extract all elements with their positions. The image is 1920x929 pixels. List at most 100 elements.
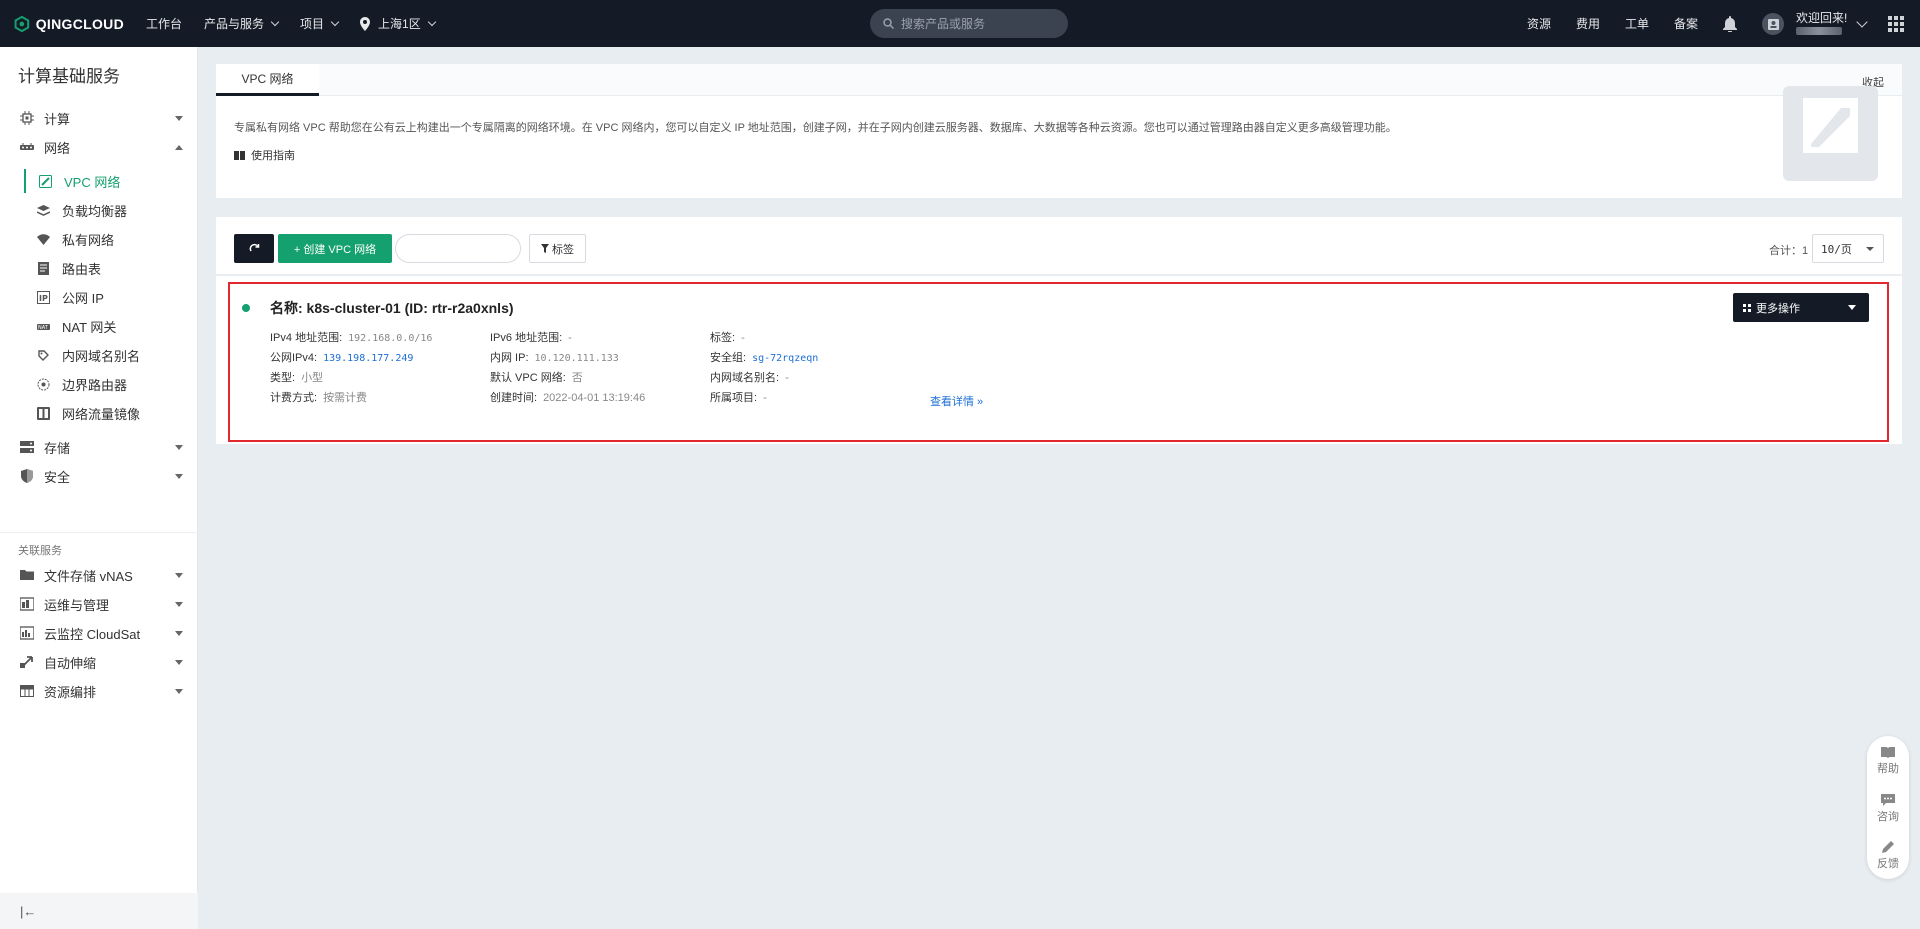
svg-text:NAT: NAT — [38, 325, 49, 331]
svg-text:IP: IP — [39, 294, 48, 303]
field-label: IPv6 地址范围: — [490, 332, 563, 344]
link-resources[interactable]: 资源 — [1527, 15, 1551, 32]
vpc-name[interactable]: 名称: k8s-cluster-01 (ID: rtr-r2a0xnls) — [270, 298, 514, 318]
sidebar-item-label: NAT 网关 — [62, 319, 117, 335]
caret-down-icon — [175, 602, 183, 607]
sidebar-item-border-router[interactable]: 边界路由器 — [24, 372, 198, 396]
page-size-select[interactable]: 10/页 — [1812, 234, 1884, 263]
storage-icon — [20, 441, 34, 453]
shield-icon — [21, 469, 33, 483]
app-grid-icon[interactable] — [1888, 15, 1904, 32]
region-selector[interactable]: 上海1区 — [360, 15, 436, 32]
autoscaling-icon — [20, 656, 33, 668]
field-label: IPv4 地址范围: — [270, 332, 343, 344]
refresh-button[interactable] — [234, 234, 274, 263]
top-right-links: 资源 费用 工单 备案 欢迎回来! — [1527, 0, 1920, 47]
field-label: 内网域名别名: — [710, 372, 780, 384]
sidebar-item-traffic-mirror[interactable]: 网络流量镜像 — [24, 401, 198, 425]
link-billing[interactable]: 费用 — [1576, 15, 1600, 32]
bell-icon[interactable] — [1723, 15, 1737, 32]
sidebar-group-network[interactable]: 网络 — [0, 135, 198, 159]
caret-up-icon — [175, 145, 183, 150]
monitor-chart-icon — [20, 626, 34, 640]
field-label: 安全组: — [710, 352, 747, 364]
username-redacted — [1796, 27, 1842, 35]
grid-icon — [1743, 303, 1751, 312]
sidebar-item-public-ip[interactable]: IP 公网 IP — [24, 285, 198, 309]
sidebar-item-route-table[interactable]: 路由表 — [24, 256, 198, 280]
chip-icon — [20, 111, 34, 125]
sidebar-group-security[interactable]: 安全 — [0, 464, 198, 488]
tab-vpc-network[interactable]: VPC 网络 — [216, 64, 319, 96]
sidebar-item-private-network[interactable]: 私有网络 — [24, 227, 198, 251]
folder-icon — [20, 570, 34, 580]
vpc-card[interactable]: 名称: k8s-cluster-01 (ID: rtr-r2a0xnls) 更多… — [228, 282, 1889, 442]
security-group-link[interactable]: sg-72rqzeqn — [752, 353, 818, 364]
book-icon — [234, 150, 245, 160]
router-icon — [37, 378, 50, 390]
consult-button[interactable]: 咨询 — [1867, 794, 1909, 824]
sidebar-item-vpc[interactable]: VPC 网络 — [24, 169, 198, 193]
sidebar-group-autoscaling[interactable]: 自动伸缩 — [0, 650, 198, 674]
sidebar-group-cloudsat[interactable]: 云监控 CloudSat — [0, 621, 198, 645]
caret-down-icon — [175, 445, 183, 450]
field-label: 类型: — [270, 372, 296, 384]
field-value: 2022-04-01 13:19:46 — [543, 392, 646, 404]
sidebar-group-vnas[interactable]: 文件存储 vNAS — [0, 563, 198, 587]
nav-projects[interactable]: 项目 — [300, 15, 340, 32]
global-search[interactable] — [870, 9, 1068, 38]
link-icp-filing[interactable]: 备案 — [1674, 15, 1698, 32]
link-tickets[interactable]: 工单 — [1625, 15, 1649, 32]
global-search-input[interactable] — [901, 16, 1051, 31]
top-navbar: QINGCLOUD 工作台 产品与服务 项目 上海1区 资源 费用 工单 备案 … — [0, 0, 1920, 47]
list-toolbar: + 创建 VPC 网络 标签 合计：1 10/页 — [216, 217, 1902, 275]
sidebar-group-orchestration[interactable]: 资源编排 — [0, 679, 198, 703]
view-details-link[interactable]: 查看详情 » — [930, 393, 983, 409]
user-guide-link[interactable]: 使用指南 — [234, 147, 295, 163]
create-vpc-button[interactable]: + 创建 VPC 网络 — [278, 234, 392, 263]
field-label: 公网IPv4: — [270, 352, 318, 364]
sidebar-item-label: 私有网络 — [62, 232, 115, 248]
traffic-mirror-icon — [37, 406, 50, 420]
field-created-at: 创建时间: 2022-04-01 13:19:46 — [490, 389, 645, 405]
chevron-down-icon — [330, 17, 340, 26]
vpc-illustration-icon — [1803, 98, 1858, 153]
intro-description: 专属私有网络 VPC 帮助您在公有云上构建出一个专属隔离的网络环境。在 VPC … — [234, 122, 1397, 134]
field-label: 标签: — [710, 332, 736, 344]
ip-icon: IP — [37, 290, 50, 304]
field-ipv6-range: IPv6 地址范围: - — [490, 329, 572, 345]
nav-workbench-label: 工作台 — [146, 17, 183, 31]
field-label: 创建时间: — [490, 392, 538, 404]
more-actions-button[interactable]: 更多操作 — [1733, 293, 1869, 322]
field-private-ip: 内网 IP: 10.120.111.133 — [490, 349, 619, 365]
tag-filter-button[interactable]: 标签 — [529, 234, 586, 263]
sidebar-item-load-balancer[interactable]: 负载均衡器 — [24, 198, 198, 222]
help-button[interactable]: 帮助 — [1867, 746, 1909, 776]
field-tags: 标签: - — [710, 329, 745, 345]
ops-management-icon — [20, 597, 34, 611]
chevron-down-icon[interactable] — [1856, 15, 1868, 28]
field-security-group: 安全组: sg-72rqzeqn — [710, 349, 818, 365]
feedback-label: 反馈 — [1877, 858, 1899, 870]
search-icon — [883, 18, 894, 29]
nav-products[interactable]: 产品与服务 — [204, 15, 280, 32]
caret-down-icon — [175, 689, 183, 694]
help-label: 帮助 — [1877, 763, 1899, 775]
field-value: - — [785, 372, 789, 384]
nav-products-label: 产品与服务 — [204, 17, 265, 31]
nav-workbench[interactable]: 工作台 — [146, 15, 182, 32]
sidebar-group-storage[interactable]: 存储 — [0, 435, 198, 459]
vpc-search-input[interactable] — [395, 234, 521, 263]
sidebar-item-nat-gateway[interactable]: NAT NAT 网关 — [24, 314, 198, 338]
sidebar-collapse-button[interactable]: |← — [0, 893, 198, 929]
brand-logo[interactable]: QINGCLOUD — [14, 14, 124, 34]
sidebar-group-ops[interactable]: 运维与管理 — [0, 592, 198, 616]
sidebar-group-label: 计算 — [44, 111, 71, 127]
feedback-button[interactable]: 反馈 — [1867, 840, 1909, 871]
caret-down-icon — [175, 116, 183, 121]
pencil-icon — [1881, 841, 1894, 853]
public-ip-link[interactable]: 139.198.177.249 — [323, 353, 413, 364]
sidebar-item-dns-alias[interactable]: 内网域名别名 — [24, 343, 198, 367]
sidebar-group-compute[interactable]: 计算 — [0, 106, 198, 130]
avatar[interactable] — [1762, 12, 1784, 35]
